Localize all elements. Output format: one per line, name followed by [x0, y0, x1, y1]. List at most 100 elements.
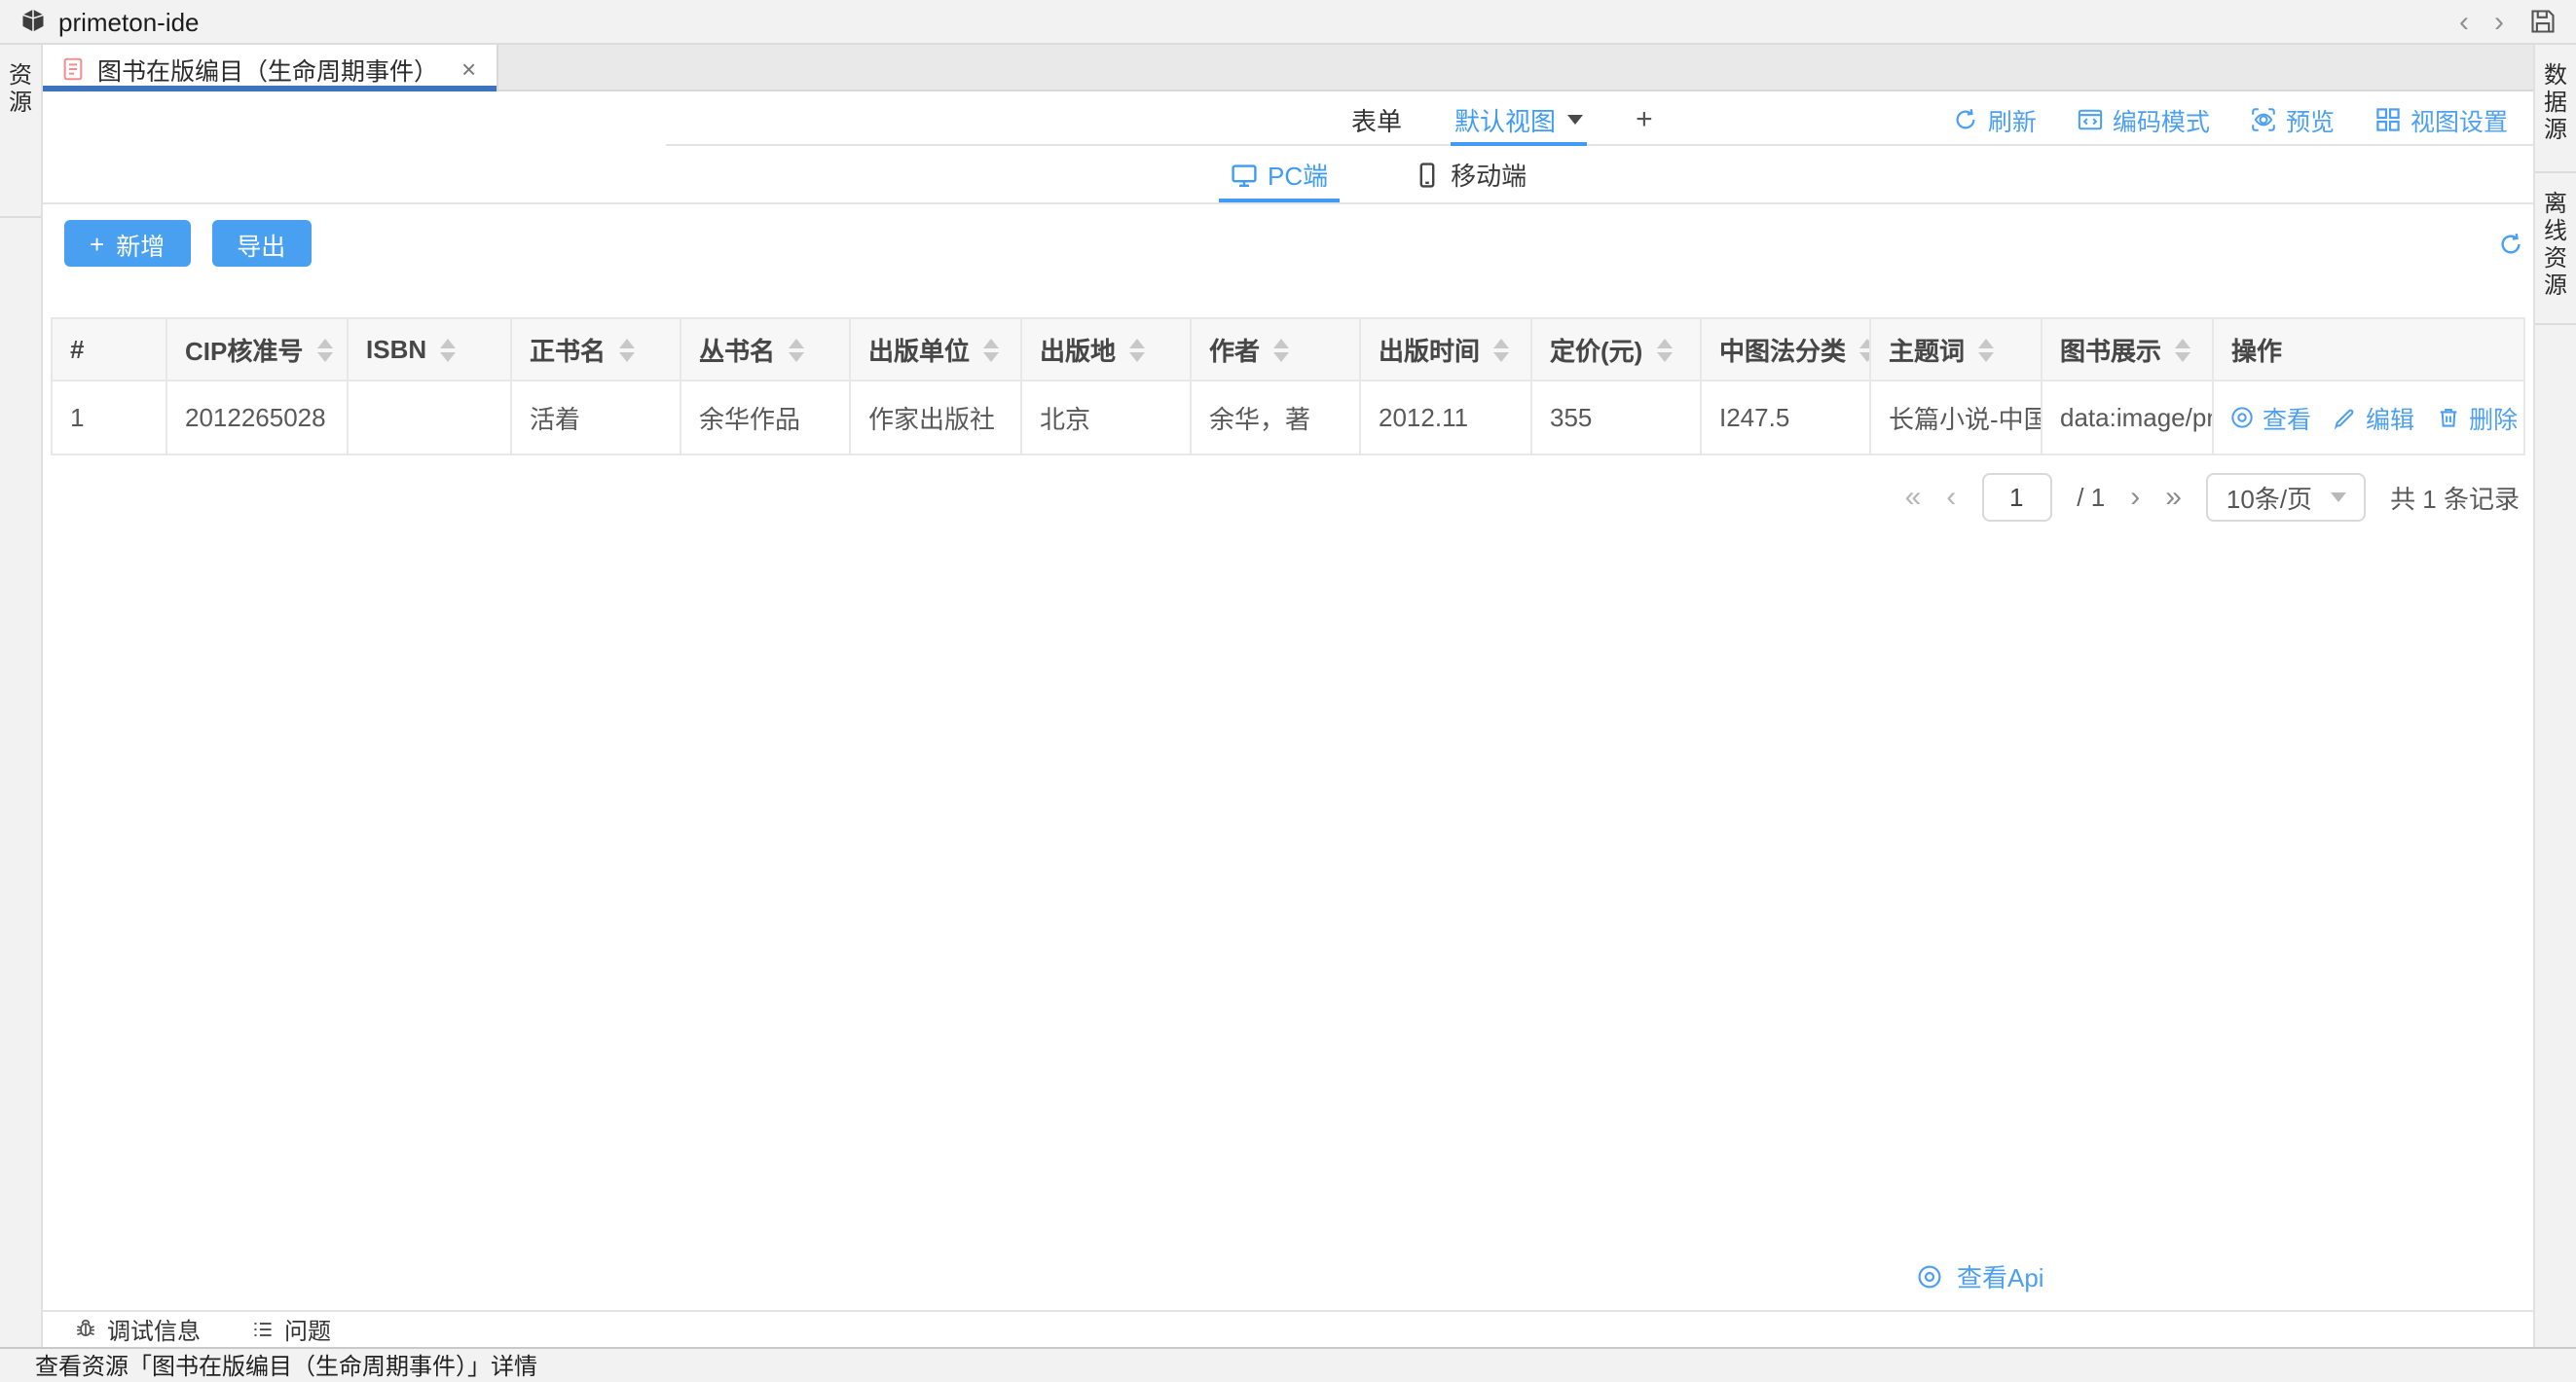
next-page-icon[interactable]: › — [2130, 483, 2140, 512]
tab-default-view[interactable]: 默认视图 — [1454, 91, 1583, 146]
sort-carets-icon[interactable] — [619, 338, 635, 361]
forward-icon[interactable]: › — [2494, 7, 2504, 36]
chevron-down-icon — [2330, 492, 2345, 502]
sort-carets-icon[interactable] — [1273, 338, 1289, 361]
sort-carets-icon[interactable] — [789, 338, 804, 361]
page-size-select[interactable]: 10条/页 — [2207, 473, 2365, 522]
column-label: CIP核准号 — [185, 331, 303, 368]
column-header-place[interactable]: 出版地 — [1021, 318, 1191, 381]
delete-link-label: 删除 — [2469, 399, 2518, 436]
editor-tab-bar: 图书在版编目（生命周期事件） × — [43, 45, 2533, 91]
pc-tab-label: PC端 — [1268, 156, 1328, 193]
close-icon[interactable]: × — [461, 55, 476, 81]
column-header-series[interactable]: 丛书名 — [681, 318, 850, 381]
preview-button[interactable]: 预览 — [2251, 100, 2335, 137]
view-link[interactable]: 查看 — [2229, 399, 2311, 436]
sidebar-item-resources[interactable]: 资源 — [0, 45, 41, 218]
bug-icon — [74, 1318, 97, 1341]
column-label: 作者 — [1209, 331, 1260, 368]
code-mode-button[interactable]: 编码模式 — [2078, 100, 2210, 137]
column-label: 丛书名 — [699, 331, 775, 368]
table-cell: 作家出版社 — [850, 381, 1021, 455]
problems-button[interactable]: 问题 — [251, 1313, 331, 1346]
sort-carets-icon[interactable] — [1978, 338, 1994, 361]
column-header-title[interactable]: 正书名 — [511, 318, 681, 381]
column-header-cip[interactable]: CIP核准号 — [166, 318, 348, 381]
export-button[interactable]: 导出 — [211, 220, 311, 267]
view-settings-icon — [2375, 106, 2401, 131]
plus-icon: + — [90, 231, 104, 256]
sort-carets-icon[interactable] — [1859, 338, 1870, 361]
column-header-image[interactable]: 图书展示 — [2042, 318, 2213, 381]
last-page-icon[interactable]: » — [2165, 483, 2182, 512]
column-header-actions: 操作 — [2213, 318, 2524, 381]
problems-label: 问题 — [284, 1313, 331, 1346]
form-tab-label: 表单 — [1351, 100, 1402, 137]
edit-link[interactable]: 编辑 — [2333, 399, 2414, 436]
add-button[interactable]: + 新增 — [64, 220, 190, 267]
data-table: # CIP核准号 ISBN 正书名 丛书名 出版单位 出版地 作者 出版时间 定… — [51, 317, 2525, 455]
table-cell: I247.5 — [1701, 381, 1870, 455]
table-cell: 余华作品 — [681, 381, 850, 455]
preview-icon — [2251, 106, 2276, 131]
total-records: 共 1 条记录 — [2390, 479, 2520, 516]
save-icon[interactable] — [2529, 8, 2557, 35]
bottom-bar: 调试信息 问题 — [43, 1310, 2533, 1347]
sort-carets-icon[interactable] — [440, 338, 456, 361]
sidebar-item-datasource[interactable]: 数据源 — [2535, 45, 2576, 173]
tab-pc[interactable]: PC端 — [1231, 146, 1328, 202]
back-icon[interactable]: ‹ — [2459, 7, 2469, 36]
app-window: primeton-ide ‹ › 资源 图书在版编目（生命周期事件） × — [0, 0, 2576, 1382]
first-page-icon[interactable]: « — [1905, 483, 1922, 512]
view-api-link[interactable]: 查看Api — [1916, 1257, 2044, 1294]
row-actions-cell: 查看 编辑 删除 — [2213, 381, 2524, 455]
tab-mobile[interactable]: 移动端 — [1414, 146, 1527, 202]
delete-link[interactable]: 删除 — [2436, 399, 2518, 436]
list-view-content: + 新增 导出 — [43, 204, 2533, 1310]
refresh-button[interactable]: 刷新 — [1953, 100, 2037, 137]
datasource-label: 数据源 — [2539, 62, 2572, 171]
column-header-price[interactable]: 定价(元) — [1531, 318, 1701, 381]
column-header-pubdate[interactable]: 出版时间 — [1360, 318, 1531, 381]
sort-carets-icon[interactable] — [983, 338, 999, 361]
table-cell: 1 — [52, 381, 166, 455]
prev-page-icon[interactable]: ‹ — [1946, 483, 1956, 512]
table-cell: 长篇小说-中国-当代 — [1870, 381, 2042, 455]
table-refresh-icon[interactable] — [2498, 231, 2523, 256]
sort-carets-icon[interactable] — [1493, 338, 1509, 361]
window-title: primeton-ide — [58, 7, 200, 36]
column-header-isbn[interactable]: ISBN — [348, 318, 511, 381]
resources-label: 资源 — [4, 62, 37, 216]
edit-icon — [2333, 405, 2358, 430]
column-label: 正书名 — [530, 331, 606, 368]
main-area: 资源 图书在版编目（生命周期事件） × 表单 — [0, 45, 2576, 1347]
page-input[interactable] — [1981, 473, 2051, 522]
api-row: 查看Api — [51, 1257, 2525, 1294]
editor-tab[interactable]: 图书在版编目（生命周期事件） × — [43, 45, 497, 91]
column-header-clc[interactable]: 中图法分类 — [1701, 318, 1870, 381]
debug-info-button[interactable]: 调试信息 — [74, 1313, 201, 1346]
pagination: « ‹ / 1 › » 10条/页 共 1 条记录 — [51, 473, 2525, 522]
sort-carets-icon[interactable] — [316, 338, 332, 361]
sort-carets-icon[interactable] — [1656, 338, 1672, 361]
sidebar-item-offline-resources[interactable]: 离线资源 — [2535, 173, 2576, 325]
column-label: 图书展示 — [2060, 331, 2161, 368]
column-label: 出版单位 — [868, 331, 970, 368]
view-icon — [2229, 405, 2255, 430]
editor-tab-title: 图书在版编目（生命周期事件） — [97, 50, 438, 87]
add-view-button[interactable]: + — [1636, 102, 1653, 135]
device-tabs: PC端 移动端 — [43, 146, 2533, 204]
table-cell: data:image/png;base64 — [2042, 381, 2213, 455]
sort-carets-icon[interactable] — [2175, 338, 2190, 361]
table-cell: 355 — [1531, 381, 1701, 455]
view-settings-button[interactable]: 视图设置 — [2375, 100, 2508, 137]
tab-form[interactable]: 表单 — [1351, 91, 1402, 146]
column-header-publisher[interactable]: 出版单位 — [850, 318, 1021, 381]
app-logo-icon — [19, 8, 47, 35]
sort-carets-icon[interactable] — [1129, 338, 1145, 361]
list-toolbar: + 新增 导出 — [64, 220, 2523, 267]
column-header-author[interactable]: 作者 — [1191, 318, 1360, 381]
column-header-subject[interactable]: 主题词 — [1870, 318, 2042, 381]
debug-info-label: 调试信息 — [107, 1313, 201, 1346]
chevron-down-icon[interactable] — [1567, 114, 1583, 124]
